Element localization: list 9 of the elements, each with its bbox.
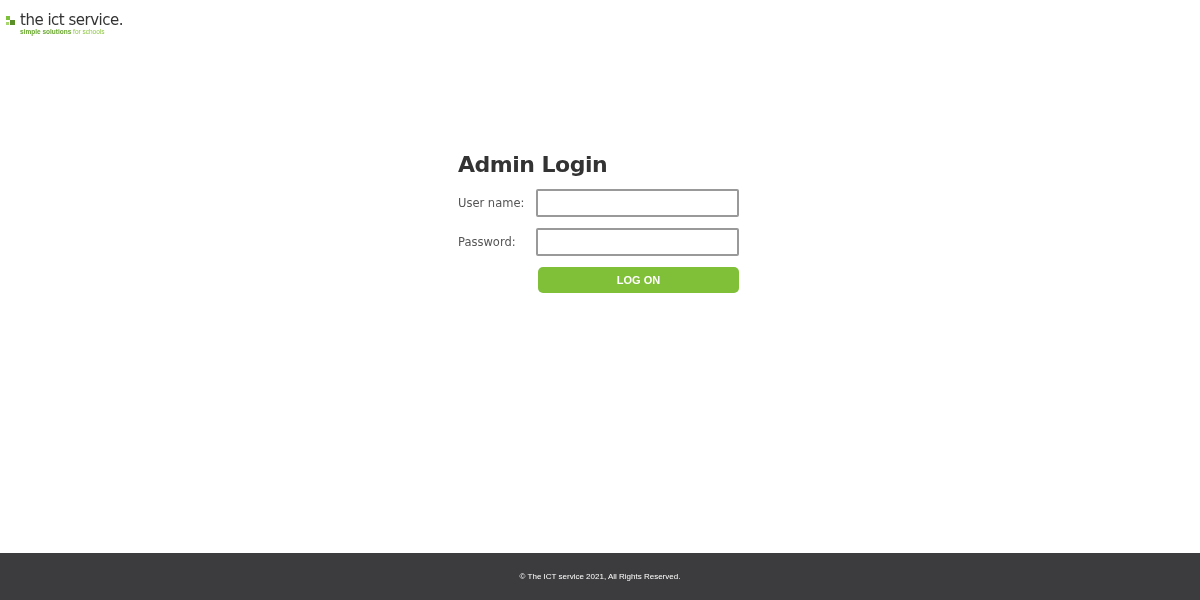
- form-title: Admin Login: [458, 152, 609, 177]
- input-field[interactable]: [536, 189, 739, 217]
- logo-name: the ict service.: [20, 13, 123, 28]
- input-field[interactable]: [536, 228, 739, 256]
- squares-icon: [6, 16, 18, 26]
- field-label: User name:: [458, 196, 526, 210]
- field-label: Password:: [458, 235, 517, 249]
- log-on-button[interactable]: LOG ON: [538, 267, 739, 293]
- copyright-text: © The ICT service 2021, All Rights Reserved.: [519, 572, 681, 581]
